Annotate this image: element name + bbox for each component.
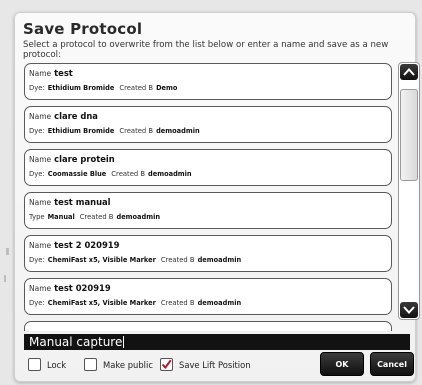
protocol-creator: demoadmin — [116, 213, 161, 221]
created-key: Created B — [160, 256, 195, 264]
check-mark-icon — [161, 359, 172, 370]
name-key: Name — [29, 155, 52, 164]
protocol-list-item[interactable]: Name test 2 020919 Dye: ChemiFast x5, Visi… — [24, 235, 392, 272]
protocol-list-item[interactable]: Name test manual Type Manual Created Bdemoa… — [24, 192, 392, 229]
dialog-subtitle: Select a protocol to overwrite from the … — [23, 40, 389, 60]
cancel-button[interactable]: Cancel — [370, 352, 414, 376]
scroll-up-button[interactable] — [400, 64, 418, 80]
protocol-creator: demoadmin — [156, 127, 200, 135]
created-key: Created B — [160, 299, 195, 307]
protocol-type: Ethidium Bromide — [47, 84, 115, 92]
name-key: Name — [29, 112, 52, 121]
protocol-creator: demoadmin — [197, 299, 242, 307]
save-lift-position-checkbox-box[interactable] — [160, 358, 173, 371]
name-key: Name — [29, 241, 52, 250]
scrollbar-thumb[interactable] — [400, 89, 418, 181]
type-key: Dye: — [29, 127, 45, 135]
protocol-type: Ethidium Bromide — [47, 127, 115, 135]
type-key: Dye: — [29, 256, 45, 264]
protocol-creator: demoadmin — [197, 256, 242, 264]
created-key: Created B — [119, 84, 154, 92]
save-lift-position-label: Save Lift Position — [179, 359, 251, 370]
protocol-type: ChemiFast x5, Visible Marker — [47, 256, 156, 264]
protocol-list-item[interactable]: Name clare dna Dye: Ethidium Bromide Create… — [24, 106, 392, 143]
protocol-type: ChemiFast x5, Visible Marker — [47, 299, 156, 307]
protocol-list-item[interactable]: Name test 020919 Dye: ChemiFast x5, Visibl… — [24, 278, 392, 315]
protocol-name: test manual — [54, 197, 111, 207]
type-key: Dye: — [29, 170, 45, 178]
name-key: Name — [29, 284, 52, 293]
protocol-list: Name test Dye: Ethidium Bromide Created B De… — [24, 63, 392, 331]
protocol-creator: demoadmin — [148, 170, 192, 178]
lock-checkbox[interactable]: Lock — [28, 358, 66, 371]
protocol-name: test 020919 — [54, 283, 111, 293]
created-key: Created B — [119, 127, 154, 135]
type-key: Type — [29, 213, 45, 221]
chevron-down-icon — [403, 306, 415, 314]
ok-button[interactable]: OK — [320, 352, 364, 376]
name-key: Name — [29, 69, 52, 78]
created-key: Created B — [111, 170, 146, 178]
make-public-label: Make public — [103, 359, 153, 370]
protocol-name: clare dna — [54, 111, 98, 121]
protocol-type: Manual — [47, 213, 75, 221]
chevron-up-icon — [403, 68, 415, 76]
protocol-type: Coomassie Blue — [47, 170, 107, 178]
save-lift-position-checkbox[interactable]: Save Lift Position — [160, 358, 251, 371]
created-key: Created B — [79, 213, 114, 221]
lock-label: Lock — [47, 359, 67, 370]
protocol-name: clare protein — [54, 154, 115, 164]
name-key: Name — [29, 198, 52, 207]
protocol-name: test 2 020919 — [54, 240, 120, 250]
make-public-checkbox[interactable]: Make public — [84, 358, 153, 371]
lock-checkbox-box[interactable] — [28, 358, 41, 371]
dialog-title: Save Protocol — [23, 20, 143, 38]
scroll-down-button[interactable] — [400, 302, 418, 318]
protocol-list-item[interactable]: Name test Dye: Ethidium Bromide Created B De… — [24, 63, 392, 100]
make-public-checkbox-box[interactable] — [84, 358, 97, 371]
text-caret — [123, 336, 125, 348]
protocol-list-item[interactable] — [24, 321, 392, 331]
protocol-creator: Demo — [156, 84, 178, 92]
protocol-list-item[interactable]: Name clare protein Dye: Coomassie Blue Crea… — [24, 149, 392, 186]
protocol-name: test — [54, 68, 73, 78]
background-mark — [6, 248, 9, 255]
list-scrollbar[interactable] — [398, 62, 420, 320]
background-mark — [4, 275, 6, 282]
type-key: Dye: — [29, 299, 45, 307]
type-key: Dye: — [29, 84, 45, 92]
protocol-name-value: Manual capture — [29, 335, 123, 349]
protocol-name-input[interactable]: Manual capture — [24, 334, 410, 350]
